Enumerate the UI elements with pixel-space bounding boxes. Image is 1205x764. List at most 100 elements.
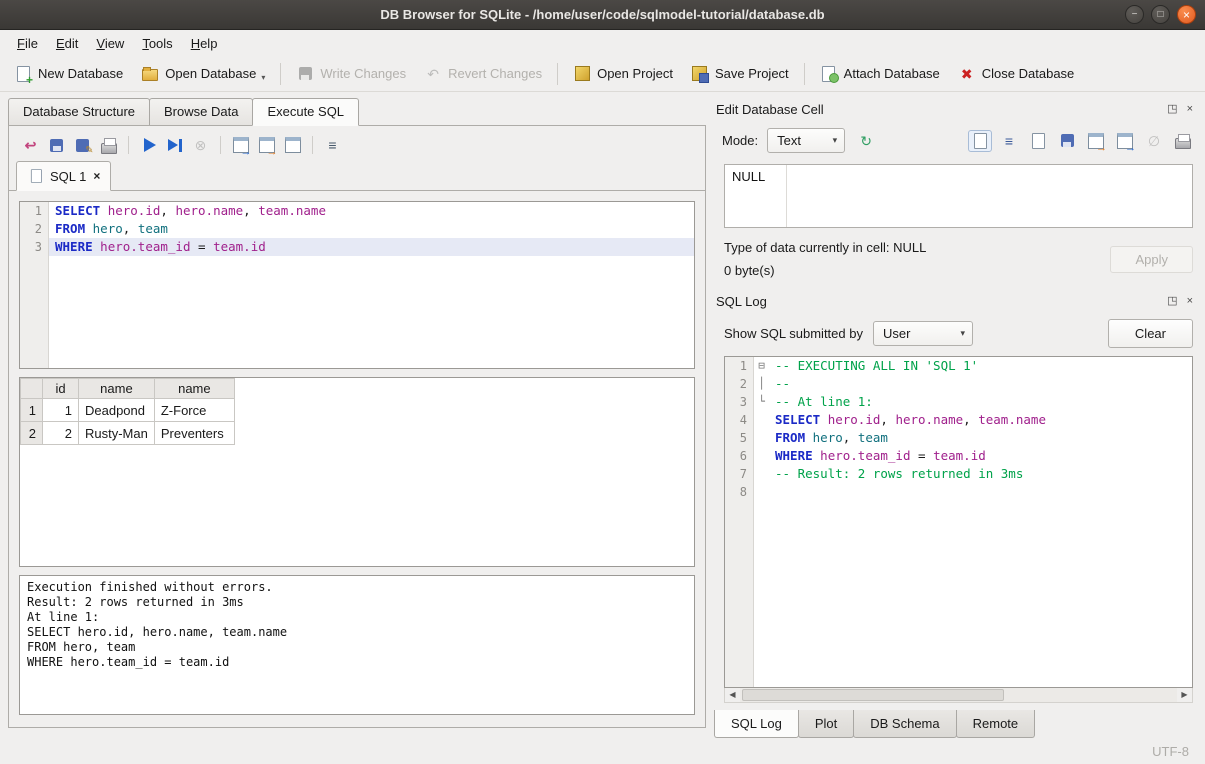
new-database-icon	[14, 65, 32, 83]
dock-float-icon[interactable]: ◳	[1167, 296, 1177, 307]
code-text: WHERE hero.team_id = team.id	[49, 238, 694, 256]
text-mode-icon	[971, 132, 989, 150]
save-cell-button[interactable]	[1055, 130, 1079, 152]
open-database-icon	[141, 65, 159, 83]
menu-view[interactable]: View	[87, 33, 133, 54]
log-filter-select[interactable]: User ▾	[873, 321, 973, 346]
column-header-name[interactable]: name	[79, 379, 155, 399]
save-sql-file-icon	[48, 136, 66, 154]
code-text: FROM hero, team	[49, 220, 694, 238]
tab-database-structure[interactable]: Database Structure	[8, 98, 150, 125]
column-header-id[interactable]: id	[43, 379, 79, 399]
code-line: 3└-- At line 1:	[725, 393, 1192, 411]
bottom-tab-db-schema[interactable]: DB Schema	[853, 710, 956, 738]
scroll-right-arrow[interactable]: ▶	[1177, 691, 1192, 699]
column-header-name[interactable]: name	[154, 379, 234, 399]
minimize-button[interactable]: −	[1125, 5, 1144, 24]
execution-output: Execution finished without errors. Resul…	[19, 575, 695, 715]
fold-marker: └	[754, 393, 769, 411]
results-table: idnamename11DeadpondZ-Force22Rusty-ManPr…	[20, 378, 235, 445]
cell[interactable]: Preventers	[154, 422, 234, 445]
attach-database-label: Attach Database	[844, 66, 940, 81]
code-line: 2│--	[725, 375, 1192, 393]
print-sql-button[interactable]	[97, 134, 120, 156]
save-sql-file-button[interactable]	[45, 134, 68, 156]
apply-cell-icon-button[interactable]: ↻	[854, 130, 878, 152]
open-sql-file-button[interactable]: ↩	[19, 134, 42, 156]
dock-close-icon[interactable]: ×	[1187, 296, 1193, 307]
close-database-button[interactable]: ✖Close Database	[950, 61, 1083, 87]
export-cell-button[interactable]	[1113, 130, 1137, 152]
dock-float-icon[interactable]: ◳	[1167, 104, 1177, 115]
menu-accel: F	[17, 36, 25, 51]
edit-cell-title: Edit Database Cell	[716, 102, 824, 117]
cell[interactable]: 2	[43, 422, 79, 445]
cell[interactable]: Deadpond	[79, 399, 155, 422]
execute-current-line-button[interactable]	[163, 134, 186, 156]
cell[interactable]: 1	[43, 399, 79, 422]
write-changes-icon	[296, 65, 314, 83]
scroll-left-arrow[interactable]: ◀	[725, 691, 740, 699]
titlebar[interactable]: DB Browser for SQLite - /home/user/code/…	[0, 0, 1205, 30]
tab-execute-sql[interactable]: Execute SQL	[252, 98, 359, 126]
attach-database-button[interactable]: Attach Database	[812, 61, 948, 87]
new-database-button[interactable]: New Database	[6, 61, 131, 87]
menu-tools[interactable]: Tools	[133, 33, 181, 54]
cell-value-editor[interactable]: NULL	[724, 164, 1193, 228]
format-sql-button[interactable]: ≡	[321, 134, 344, 156]
export-results-button[interactable]	[229, 134, 252, 156]
right-pane: Edit Database Cell ◳× Mode: Text ▾ ↻ ≡∅ …	[706, 92, 1205, 738]
save-sql-file-as-button[interactable]	[71, 134, 94, 156]
import-sql-button[interactable]	[255, 134, 278, 156]
save-project-button[interactable]: Save Project	[683, 61, 797, 87]
mode-value: Text	[777, 133, 801, 148]
line-number: 6	[725, 447, 754, 465]
execute-all-button[interactable]	[137, 134, 160, 156]
open-database-button[interactable]: Open Database▾	[133, 61, 273, 87]
log-horizontal-scrollbar[interactable]: ◀ ▶	[724, 688, 1193, 703]
cell-editor-toolbar: ≡∅	[968, 130, 1195, 152]
menu-edit[interactable]: Edit	[47, 33, 87, 54]
import-cell-button[interactable]	[1084, 130, 1108, 152]
row-header[interactable]: 2	[21, 422, 43, 445]
code-text: -- At line 1:	[769, 393, 1192, 411]
cell-info-row: Type of data currently in cell: NULL 0 b…	[724, 240, 1193, 278]
bottom-tab-sql-log[interactable]: SQL Log	[714, 710, 799, 738]
line-number: 4	[725, 411, 754, 429]
text-mode-button[interactable]	[968, 130, 992, 152]
corner-header[interactable]	[21, 379, 43, 399]
line-number: 2	[725, 375, 754, 393]
caret-down-icon: ▾	[833, 135, 838, 146]
code-text	[769, 483, 1192, 501]
open-sql-file-icon: ↩	[22, 136, 40, 154]
revert-changes-icon: ↶	[424, 65, 442, 83]
close-button[interactable]: ×	[1177, 5, 1196, 24]
save-cell-icon	[1058, 132, 1076, 150]
tab-sql-1[interactable]: SQL 1 ×	[16, 161, 111, 191]
row-header[interactable]: 1	[21, 399, 43, 422]
left-pane: Database StructureBrowse DataExecute SQL…	[0, 92, 706, 738]
cell[interactable]: Rusty-Man	[79, 422, 155, 445]
word-wrap-button[interactable]: ≡	[997, 130, 1021, 152]
menu-file[interactable]: File	[8, 33, 47, 54]
sql-editor[interactable]: 1SELECT hero.id, hero.name, team.name2FR…	[19, 201, 695, 369]
cell[interactable]: Z-Force	[154, 399, 234, 422]
tab-browse-data[interactable]: Browse Data	[149, 98, 253, 125]
copy-cell-button[interactable]	[1026, 130, 1050, 152]
bottom-tab-remote[interactable]: Remote	[956, 710, 1036, 738]
results-view-button[interactable]	[281, 134, 304, 156]
mode-select[interactable]: Text ▾	[767, 128, 845, 153]
maximize-button[interactable]: □	[1151, 5, 1170, 24]
scrollbar-track[interactable]	[740, 688, 1177, 702]
print-cell-button[interactable]	[1171, 130, 1195, 152]
dock-close-icon[interactable]: ×	[1187, 104, 1193, 115]
bottom-tab-plot[interactable]: Plot	[798, 710, 854, 738]
code-text: SELECT hero.id, hero.name, team.name	[769, 411, 1192, 429]
cell-info-col: Type of data currently in cell: NULL 0 b…	[724, 240, 926, 278]
open-project-button[interactable]: Open Project	[565, 61, 681, 87]
sql-log-view[interactable]: 1⊟-- EXECUTING ALL IN 'SQL 1'2│--3└-- At…	[724, 356, 1193, 688]
close-tab-icon[interactable]: ×	[93, 170, 100, 182]
menu-help[interactable]: Help	[182, 33, 227, 54]
clear-button[interactable]: Clear	[1108, 319, 1193, 348]
scrollbar-thumb[interactable]	[742, 689, 1004, 701]
